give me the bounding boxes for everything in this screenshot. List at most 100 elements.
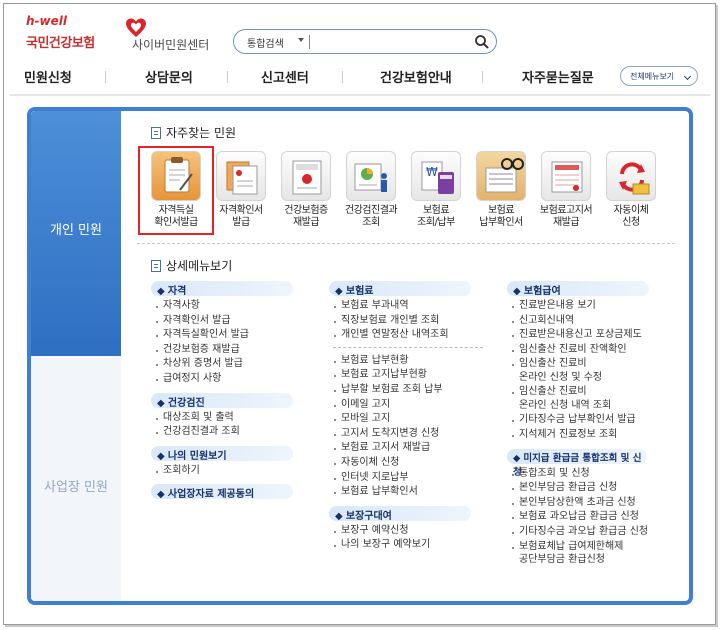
menu-link-line: 공단부담금 환급신청 — [519, 554, 605, 566]
nav-divider — [342, 71, 343, 83]
site-name: 사이버민원센터 — [132, 38, 210, 52]
menu-link[interactable]: 납부할 보험료 조회 납부 — [329, 383, 483, 398]
quick-label-line1: 보험료 — [487, 205, 515, 216]
menu-link[interactable]: 보장구 예약신청 — [329, 524, 483, 539]
menu-link[interactable]: 보험료 부과내역 — [329, 299, 483, 314]
category-header[interactable]: ◆ 나의 민원보기 — [151, 445, 293, 462]
menu-link[interactable]: 직장보험료 개인별 조회 — [329, 314, 483, 329]
menu-link[interactable]: 임신출산 진료비 온라인 신청 및 수정 — [507, 357, 649, 384]
menu-link-line: 온라인 신청 내역 조회 — [519, 399, 612, 411]
bill-reissue-icon — [541, 151, 591, 201]
svg-text:₩: ₩ — [426, 165, 438, 179]
search-scope-select[interactable]: 통합검색 — [247, 35, 284, 50]
menu-link-line: 임신출산 진료비 — [519, 386, 587, 398]
menu-link[interactable]: 자격득실확인서 발급 — [151, 328, 293, 343]
quick-item-qualification-certificate[interactable]: 자격확인서 발급 — [210, 151, 272, 229]
nav-item-consultation[interactable]: 상담문의 — [145, 67, 193, 86]
quick-label-line1: 보험료고지서 — [539, 205, 593, 216]
menu-link[interactable]: 보험료체납 급여제한해제 공단부담금 환급신청 — [507, 540, 649, 567]
menu-link[interactable]: 임신출산 진료비 온라인 신청 내역 조회 — [507, 385, 649, 412]
quick-label-line2: 신청 — [622, 217, 640, 228]
nav-item-faq[interactable]: 자주묻는질문 — [522, 67, 594, 86]
category-unpaid-refund[interactable]: ◆ 미지급 환급금 통합조회 및 신청 — [507, 448, 647, 478]
menu-link[interactable]: 신고회신내역 — [507, 314, 649, 329]
certificate-document-icon — [216, 151, 266, 201]
search-separator — [309, 35, 310, 49]
quick-item-payment-confirmation[interactable]: 보험료 납부확인서 — [470, 151, 532, 229]
sidebar-item-business[interactable]: 사업장 민원 — [31, 356, 121, 601]
menu-link[interactable]: 통합조회 및 신청 — [507, 467, 649, 482]
menu-link[interactable]: 자격확인서 발급 — [151, 314, 293, 329]
menu-link[interactable]: 보험료 고지서 재발급 — [329, 441, 483, 456]
category-assistive-device[interactable]: ◆ 보장구대여 — [329, 505, 471, 522]
quick-label-line1: 보험료 — [422, 205, 450, 216]
menu-link[interactable]: 급여정지 사항 — [151, 372, 293, 387]
detail-section-title: 상세메뉴보기 — [151, 257, 232, 274]
menu-link[interactable]: 기타징수금 납부확인서 발급 — [507, 413, 649, 428]
menu-link[interactable]: 진료받은내용신고 포상금제도 — [507, 328, 649, 343]
search-icon[interactable] — [474, 34, 490, 50]
sidebar-item-business-label: 사업장 민원 — [44, 480, 108, 495]
nav-item-report-center[interactable]: 신고센터 — [261, 67, 309, 86]
menu-link[interactable]: 보험료 납부현황 — [329, 354, 483, 369]
quick-item-insurance-card[interactable]: 건강보험증 재발급 — [275, 151, 337, 229]
category-label: 자격 — [167, 286, 187, 297]
menu-link[interactable]: 보험료 고지납부현황 — [329, 368, 483, 383]
frequent-section-title: 자주찾는 민원 — [151, 124, 236, 141]
document-icon — [151, 260, 161, 272]
menu-link-line: 온라인 신청 및 수정 — [519, 371, 603, 383]
quick-item-auto-transfer[interactable]: 자동이체 신청 — [600, 151, 662, 229]
category-benefits[interactable]: ◆ 보험급여 — [507, 281, 649, 297]
menu-link[interactable]: 대상조회 및 출력 — [151, 411, 293, 426]
all-menu-button[interactable]: 전체메뉴보기 — [620, 66, 698, 86]
menu-link[interactable]: 보험료 납부확인서 — [329, 485, 483, 500]
category-header[interactable]: ◆ 자격 — [151, 281, 293, 297]
quick-label-line2: 납부확인서 — [479, 217, 523, 228]
dropdown-arrow-icon[interactable] — [298, 38, 304, 42]
menu-link[interactable]: 자동이체 신청 — [329, 456, 483, 471]
quick-label-line1: 자격확인서 — [219, 205, 263, 216]
quick-label-line1: 건강보험증 — [284, 205, 328, 216]
menu-link[interactable]: 본인부담상한액 초과금 신청 — [507, 496, 649, 511]
menu-link[interactable]: 임신출산 진료비 잔액확인 — [507, 343, 649, 358]
main-panel: 개인 민원 사업장 민원 자주찾는 민원 자격득실확인서발급 자격확인서발급 — [27, 107, 693, 605]
menu-link[interactable]: 차상위 증명서 발급 — [151, 357, 293, 372]
quick-label-line2: 조회 — [362, 217, 380, 228]
auto-transfer-icon — [606, 151, 656, 201]
quick-item-qualification-history[interactable]: 자격득실 확인서발급 — [145, 151, 207, 229]
menu-link[interactable]: 자격사항 — [151, 299, 293, 314]
logo-tagline: h-well — [26, 14, 67, 28]
quick-label-line2: 확인서발급 — [154, 217, 198, 228]
site-logo[interactable]: h-well 국민건강보험 사이버민원센터 — [22, 12, 212, 57]
menu-link[interactable]: 모바일 고지 — [329, 412, 483, 427]
menu-divider — [333, 346, 483, 348]
menu-link[interactable]: 보험료 과오납금 환급금 신청 — [507, 510, 649, 525]
category-header[interactable]: ◆ 건강검진 — [151, 392, 293, 409]
category-premium[interactable]: ◆ 보험료 — [329, 281, 471, 297]
quick-item-bill-reissue[interactable]: 보험료고지서 재발급 — [535, 151, 597, 229]
category-header[interactable]: ◆ 사업장자료 제공동의 — [151, 484, 293, 500]
quick-item-checkup-result[interactable]: 건강검진결과 조회 — [340, 151, 402, 229]
menu-link[interactable]: 이메일 고지 — [329, 398, 483, 413]
menu-link[interactable]: 건강검진결과 조회 — [151, 425, 293, 440]
menu-link[interactable]: 조회하기 — [151, 464, 293, 479]
menu-link[interactable]: 지석제거 진료정보 조회 — [507, 428, 649, 443]
menu-link[interactable]: 기타징수금 과오납 환급금 신청 — [507, 525, 649, 540]
menu-link[interactable]: 본인부담금 환급금 신청 — [507, 481, 649, 496]
nav-item-insurance-guide[interactable]: 건강보험안내 — [380, 67, 452, 86]
link-group: 대상조회 및 출력 건강검진결과 조회 — [151, 411, 293, 440]
quick-item-premium-payment[interactable]: ₩ 보험료 조회/납부 — [405, 151, 467, 229]
search-input[interactable] — [314, 33, 464, 51]
nav-item-civil-application[interactable]: 민원신청 — [24, 67, 72, 86]
sidebar-item-personal[interactable]: 개인 민원 — [31, 111, 121, 356]
quick-label-line1: 건강검진결과 — [344, 205, 398, 216]
link-group: 조회하기 — [151, 464, 293, 479]
menu-link[interactable]: 개인별 연말정산 내역조회 — [329, 328, 483, 343]
nav-divider — [105, 71, 106, 83]
menu-link[interactable]: 건강보험증 재발급 — [151, 343, 293, 358]
menu-link[interactable]: 인터넷 지로납부 — [329, 471, 483, 486]
menu-link[interactable]: 고지서 도착지변경 신청 — [329, 427, 483, 442]
menu-link[interactable]: 진료받은내용 보기 — [507, 299, 649, 314]
menu-link[interactable]: 나의 보장구 예약보기 — [329, 538, 483, 553]
category-label: 보험료 — [345, 286, 374, 297]
